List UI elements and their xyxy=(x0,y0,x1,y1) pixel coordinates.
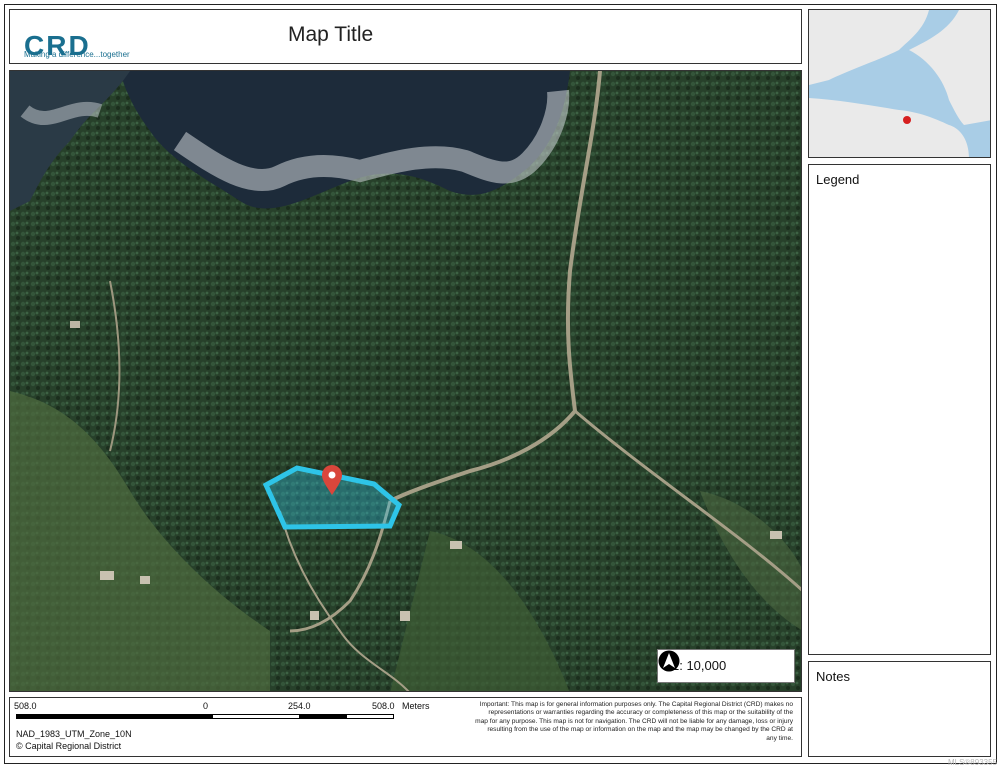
crd-logo: CRD Making a difference...together xyxy=(24,16,144,61)
scale-label: 1: 10,000 xyxy=(672,658,727,673)
watermark: MLS®893355 xyxy=(947,758,997,767)
scale-units: Meters xyxy=(402,701,430,711)
north-arrow-icon xyxy=(658,650,680,672)
scale-bar-segment xyxy=(300,714,346,719)
legend-panel: Legend xyxy=(808,164,991,655)
scale-tick-mid: 254.0 xyxy=(288,701,311,711)
overview-imagery xyxy=(809,10,990,157)
building xyxy=(100,571,114,580)
building xyxy=(400,611,410,621)
building xyxy=(310,611,319,620)
map-footer: 508.0 0 254.0 508.0 Meters NAD_1983_UTM_… xyxy=(9,697,802,757)
projection-label: NAD_1983_UTM_Zone_10N xyxy=(16,729,132,739)
map-header: CRD Making a difference...together Map T… xyxy=(9,9,802,64)
logo-tagline: Making a difference...together xyxy=(24,50,130,59)
copyright-label: © Capital Regional District xyxy=(16,741,122,751)
aerial-map[interactable]: 1: 10,000 xyxy=(9,70,802,692)
scale-tick-zero: 0 xyxy=(203,701,209,711)
notes-title: Notes xyxy=(816,669,850,684)
scale-tick-left: 508.0 xyxy=(14,701,37,711)
scale-tick-right: 508.0 xyxy=(372,701,395,711)
legend-title: Legend xyxy=(816,172,860,187)
scale-bar-segment xyxy=(16,714,212,719)
overview-location-marker xyxy=(903,116,911,124)
building xyxy=(140,576,150,584)
building xyxy=(70,321,80,328)
building xyxy=(450,541,462,549)
map-title: Map Title xyxy=(288,23,374,46)
disclaimer-text: Important: This map is for general infor… xyxy=(475,701,793,742)
scale-bar-segment xyxy=(212,714,300,719)
scale-indicator: 1: 10,000 xyxy=(657,649,795,683)
notes-panel: Notes xyxy=(808,661,991,757)
building xyxy=(770,531,782,539)
overview-map[interactable] xyxy=(808,9,991,158)
scale-bar-segment xyxy=(346,714,394,719)
aerial-imagery xyxy=(10,71,801,691)
